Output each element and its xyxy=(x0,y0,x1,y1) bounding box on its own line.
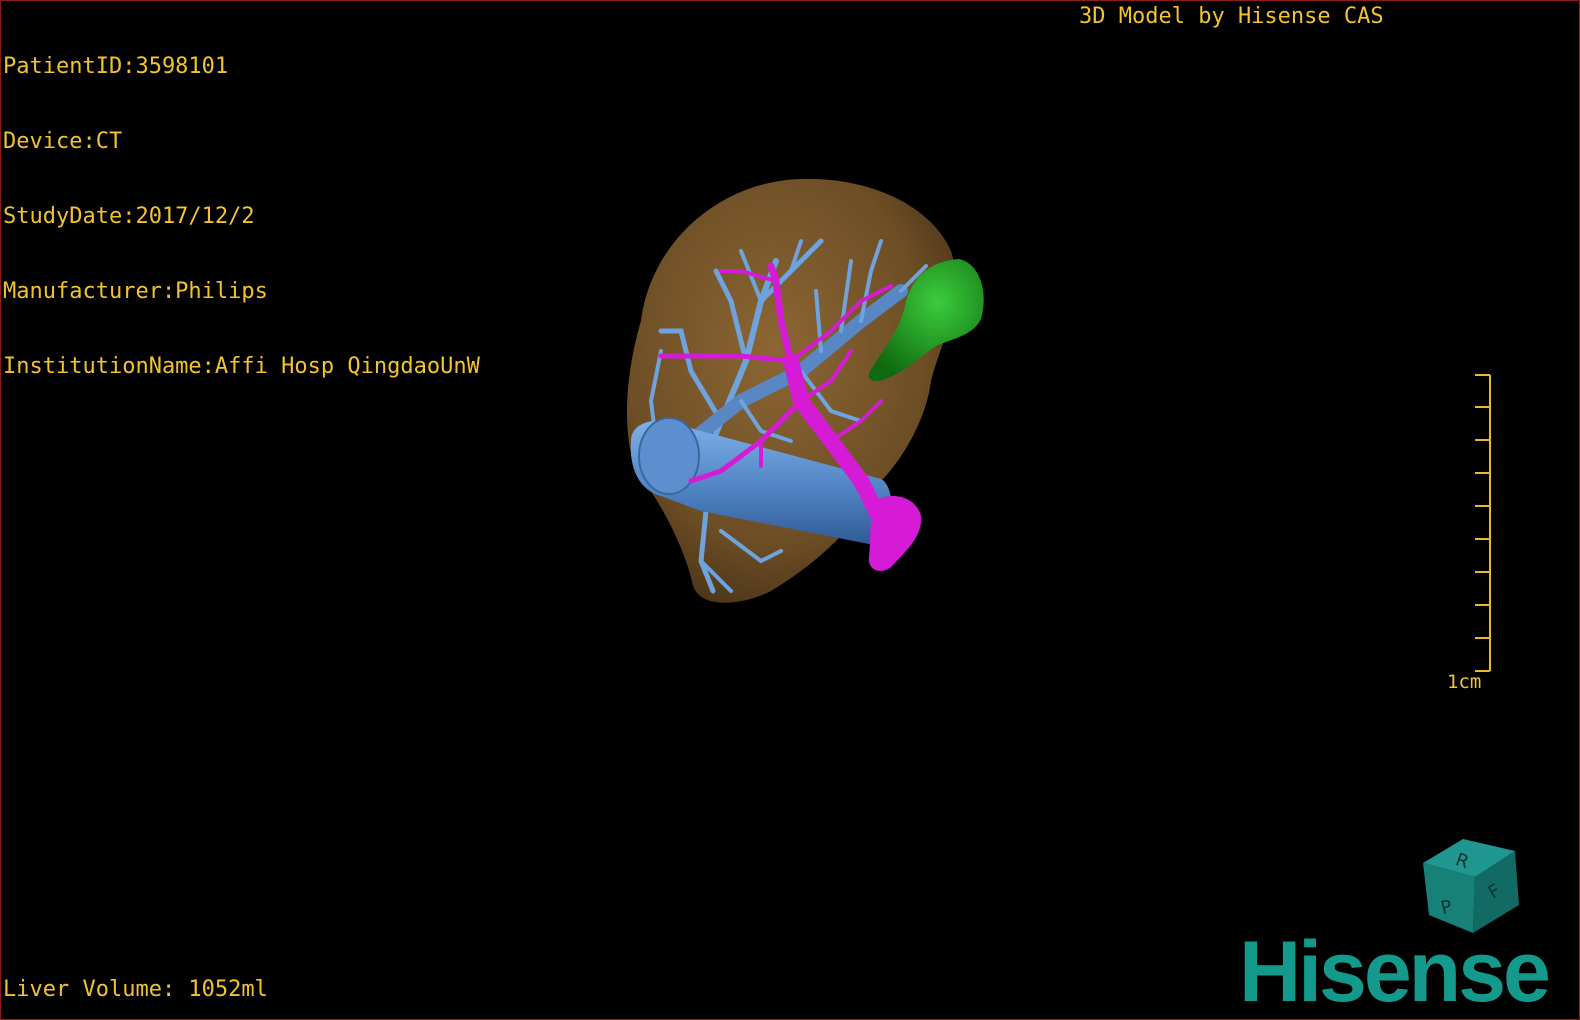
hisense-logo: Hisense xyxy=(1239,924,1551,1020)
scale-bar xyxy=(1475,374,1491,672)
patient-id: PatientID:3598101 xyxy=(3,54,229,79)
institution-name: InstitutionName:Affi Hosp QingdaoUnW xyxy=(3,354,480,379)
orientation-cube[interactable]: R F P xyxy=(1423,839,1519,933)
liver-volume: Liver Volume: 1052ml xyxy=(3,977,268,1002)
model-credit: 3D Model by Hisense CAS xyxy=(1079,4,1384,29)
3d-viewport[interactable]: R F P PatientID:3598101 Device:CT StudyD… xyxy=(0,0,1580,1020)
study-date: StudyDate:2017/12/2 xyxy=(3,204,255,229)
artery-stump xyxy=(868,496,922,572)
device-info: Device:CT xyxy=(3,129,123,154)
patient-info-overlay: PatientID:3598101 Device:CT StudyDate:20… xyxy=(3,4,480,429)
manufacturer-info: Manufacturer:Philips xyxy=(3,279,268,304)
scale-bar-label: 1cm xyxy=(1447,671,1482,693)
